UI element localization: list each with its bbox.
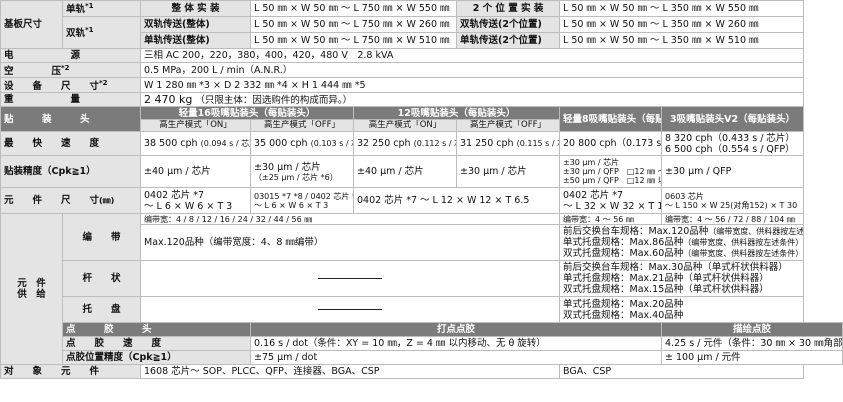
tape-right: 前后交换台车规格：Max.120品种（编带宽度、供料器按左述条件） 单式托盘规格… <box>559 224 805 262</box>
dispense-draw-speed: 4.25 s / 元件（条件：30 ㎜ × 30 ㎜角部点胶）*9 <box>661 336 843 352</box>
board-r3-a: 单轨传送(整体) <box>140 32 251 49</box>
weight-label: 重 量 <box>0 92 141 108</box>
tape-width-right: 编带宽：4 ～ 56 / 72 / 88 / 104 ㎜ <box>661 213 805 226</box>
speed-row: 最 快 速 度 38 500 cph (0.094 s / 芯片) 35 000… <box>0 131 843 157</box>
board-r1-d: L 50 ㎜ × W 50 ㎜ ～ L 350 ㎜ × W 550 ㎜ <box>559 0 805 17</box>
weight-value: 2 470 kg （只限主体：因选购件的构成而异。） <box>139 92 805 108</box>
head-12: 12吸嘴贴装头（每贴装头） <box>352 106 561 121</box>
dispense-speed-label: 点 胶 速 度 <box>62 336 251 352</box>
accuracy-12-on: ±40 μm / 芯片 <box>352 155 458 189</box>
dispense-head-label: 点 胶 头 <box>62 322 251 338</box>
component-12: 0402 芯片 *7 ～ L 12 × W 12 × T 6.5 <box>352 187 561 215</box>
head-8: 轻量8吸嘴贴装头（每贴装头） <box>559 106 663 133</box>
tape-left: Max.120品种（编带宽度：4、8 ㎜编带） <box>139 224 561 262</box>
stick-row: 杆 状 前后交换台车规格：Max.30品种（单式杆状供料器） 单式托盘规格：Ma… <box>1 260 843 298</box>
stick-right: 前后交换台车规格：Max.30品种（单式杆状供料器） 单式托盘规格：Max.21… <box>559 260 805 298</box>
board-row-2: 双轨*1 双轨传送(整体) L 50 ㎜ × W 50 ㎜ ～ L 750 ㎜ … <box>1 16 843 49</box>
dispense-acc-row: 点胶位置精度（Cpk≧1） ±75 μm / dot ± 100 μm / 元件 <box>1 350 843 366</box>
board-r3-d: L 50 ㎜ × W 50 ㎜ ～ L 350 ㎜ × W 510 ㎜ <box>559 32 805 49</box>
tape-width-row: 元 件供 给 编 带 编带宽：4 / 8 / 12 / 16 / 24 / 32… <box>0 213 843 366</box>
dispense-dot-target: 1608 芯片～ SOP、PLCC、QFP、连接器、BGA、CSP <box>139 364 561 380</box>
board-r1-c: 2 个 位 置 实 装 <box>456 0 561 17</box>
component-8: 0402 芯片 *7 ～ L 32 × W 32 × T 12 <box>559 187 663 215</box>
accuracy-16-off: ±30 μm / 芯片 （±25 μm / 芯片 *6） <box>250 155 354 189</box>
head-3: 3吸嘴贴装头V2（每贴装头） <box>661 106 805 133</box>
head-16: 轻量16吸嘴贴装头（每贴装头） <box>140 106 354 121</box>
stick-left <box>139 260 561 298</box>
dispense-draw-acc: ± 100 μm / 元件 <box>661 350 843 366</box>
power-value: 三相 AC 200，220，380，400，420，480 V 2.8 kVA <box>139 48 805 63</box>
mode-off-16: 高生产模式「OFF」 <box>250 119 354 133</box>
speed-3: 8 320 cph（0.433 s / 芯片） 6 500 cph（0.554 s… <box>661 131 805 157</box>
dims-label: 设 备 尺 寸*2 <box>0 77 141 94</box>
board-label: 基板尺寸 <box>0 0 63 49</box>
dispense-dot-head: 打点点胶 <box>249 322 663 338</box>
speed-12-on: 32 250 cph (0.112 s / 芯片) <box>352 131 458 157</box>
supply-label: 元 件供 给 <box>0 213 63 366</box>
air-row: 空 压*2 0.5 MPa，200 L / min（A.N.R.） <box>0 61 843 79</box>
component-16-off: 03015 *7 *8 / 0402 芯片 *7 ～ L 6 × W 6 × T … <box>250 187 354 215</box>
dispense-draw-head: 描绘点胶 <box>661 322 843 338</box>
board-row-1: 基板尺寸 单轨*1 整 体 实 装 L 50 ㎜ × W 50 ㎜ ～ L 75… <box>0 0 843 49</box>
dual-rail-label: 双轨*1 <box>62 16 141 49</box>
component-16-on: 0402 芯片 *7 ～ L 6 × W 6 × T 3 <box>140 187 251 215</box>
power-label: 电 源 <box>0 48 141 63</box>
speed-16-off: 35 000 cph (0.103 s / 芯片) <box>250 131 354 157</box>
tape-width-mid: 编带宽：4 ～ 56 ㎜ <box>559 213 663 226</box>
board-r2-d: L 50 ㎜ × W 50 ㎜ ～ L 350 ㎜ × W 260 ㎜ <box>559 16 805 33</box>
board-r3-b: L 50 ㎜ × W 50 ㎜ ～ L 750 ㎜ × W 510 ㎜ <box>249 32 458 49</box>
head-label: 贴 装 头 <box>0 106 141 133</box>
tray-right: 单式托盘规格：Max.20品种 双式托盘规格：Max.40品种 <box>559 296 805 324</box>
dispense-target-label: 对 象 元 件 <box>0 364 141 380</box>
stick-label: 杆 状 <box>62 260 141 298</box>
dims-value: W 1 280 ㎜ *3 × D 2 332 ㎜ *4 × H 1 444 ㎜ … <box>139 77 805 94</box>
speed-12-off: 31 250 cph (0.115 s / 芯片) <box>456 131 561 157</box>
tape-label: 编 带 <box>62 213 141 262</box>
speed-label: 最 快 速 度 <box>0 131 141 157</box>
head-row: 贴 装 头 轻量16吸嘴贴装头（每贴装头） 12吸嘴贴装头（每贴装头） 轻量8吸… <box>0 106 843 133</box>
spec-table: 基板尺寸 单轨*1 整 体 实 装 L 50 ㎜ × W 50 ㎜ ～ L 75… <box>0 0 843 380</box>
board-r2-b: L 50 ㎜ × W 50 ㎜ ～ L 750 ㎜ × W 260 ㎜ <box>249 16 458 33</box>
accuracy-row: 贴装精度（Cpk≧1） ±40 μm / 芯片 ±30 μm / 芯片 （±25 … <box>0 155 843 189</box>
mode-off-12: 高生产模式「OFF」 <box>456 119 561 133</box>
board-r2-c: 双轨传送(2个位置) <box>456 16 561 33</box>
speed-8: 20 800 cph（0.173 s / 芯片） <box>559 131 663 157</box>
dispense-draw-target: BGA、CSP <box>559 364 805 380</box>
accuracy-3: ±30 μm / QFP <box>661 155 805 189</box>
not-available-dash <box>318 278 382 280</box>
component-row: 元 件 尺 寸(㎜) 0402 芯片 *7 ～ L 6 × W 6 × T 3 0… <box>0 187 843 215</box>
dispense-dot-speed: 0.16 s / dot（条件：XY = 10 ㎜，Z = 4 ㎜ 以内移动、无… <box>249 336 663 352</box>
dispense-speed-row: 点 胶 速 度 0.16 s / dot（条件：XY = 10 ㎜，Z = 4 … <box>1 336 843 352</box>
board-r2-a: 双轨传送(整体) <box>140 16 251 33</box>
air-label: 空 压*2 <box>0 61 141 79</box>
tape-width-left: 编带宽：4 / 8 / 12 / 16 / 24 / 32 / 44 / 56 … <box>139 213 561 226</box>
weight-row: 重 量 2 470 kg （只限主体：因选购件的构成而异。） <box>0 92 843 108</box>
component-3: 0603 芯片～ L 150 × W 25(对角152) × T 30 <box>661 187 805 215</box>
accuracy-label: 贴装精度（Cpk≧1） <box>0 155 141 189</box>
component-label: 元 件 尺 寸(㎜) <box>0 187 141 215</box>
board-r1-b: L 50 ㎜ × W 50 ㎜ ～ L 750 ㎜ × W 550 ㎜ <box>249 0 458 17</box>
board-r3-c: 单轨传送(2个位置) <box>456 32 561 49</box>
dispense-dot-acc: ±75 μm / dot <box>249 350 663 366</box>
dispense-target-row: 对 象 元 件 1608 芯片～ SOP、PLCC、QFP、连接器、BGA、CS… <box>0 364 843 380</box>
mode-on-16: 高生产模式「ON」 <box>140 119 251 133</box>
accuracy-8: ±30 μm / 芯片±30 μm / QFP □12 ㎜ ～□32 ㎜±50 … <box>559 155 663 189</box>
tray-left <box>139 296 561 324</box>
air-value: 0.5 MPa，200 L / min（A.N.R.） <box>139 61 805 79</box>
board-r1-a: 整 体 实 装 <box>140 0 251 17</box>
accuracy-12-off: ±30 μm / 芯片 <box>456 155 561 189</box>
dims-row: 设 备 尺 寸*2 W 1 280 ㎜ *3 × D 2 332 ㎜ *4 × … <box>0 77 843 94</box>
mode-on-12: 高生产模式「ON」 <box>352 119 458 133</box>
single-rail-label: 单轨*1 <box>62 0 141 17</box>
speed-16-on: 38 500 cph (0.094 s / 芯片) <box>140 131 251 157</box>
dispense-acc-label: 点胶位置精度（Cpk≧1） <box>62 350 251 366</box>
power-row: 电 源 三相 AC 200，220，380，400，420，480 V 2.8 … <box>0 48 843 63</box>
not-available-dash <box>318 309 382 311</box>
tray-row: 托 盘 单式托盘规格：Max.20品种 双式托盘规格：Max.40品种 <box>1 296 843 324</box>
tray-label: 托 盘 <box>62 296 141 324</box>
dispense-head-row: 点 胶 头 打点点胶 描绘点胶 <box>1 322 843 338</box>
accuracy-16-on: ±40 μm / 芯片 <box>140 155 251 189</box>
